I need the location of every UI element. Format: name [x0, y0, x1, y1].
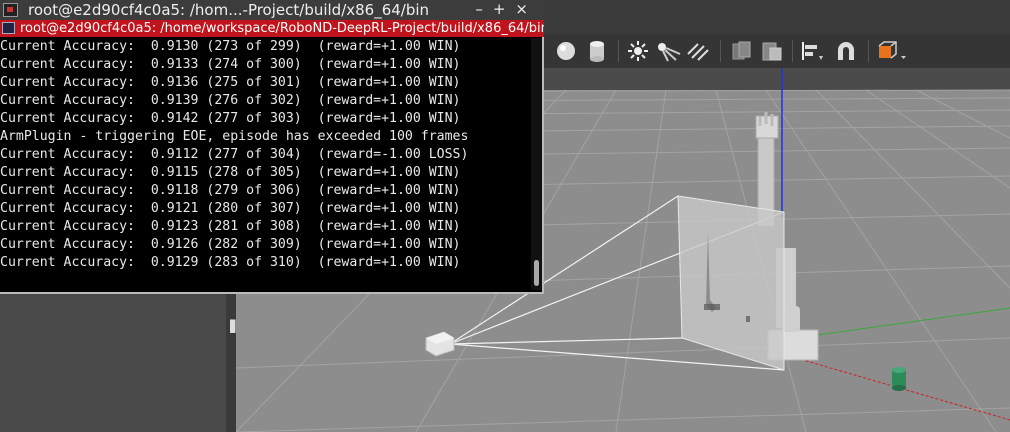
point-light-icon[interactable]	[626, 40, 650, 62]
toolbar-separator	[868, 40, 869, 62]
terminal-line: Current Accuracy: 0.9136 (275 of 301) (r…	[0, 75, 461, 90]
terminal-line: Current Accuracy: 0.9126 (282 of 309) (r…	[0, 237, 461, 252]
scrollbar-thumb[interactable]	[534, 260, 539, 286]
terminal-tab-title: root@e2d90cf4c0a5: /home/workspace/RoboN…	[20, 21, 544, 36]
paste-icon[interactable]	[760, 40, 784, 62]
splitter-grip-icon[interactable]: ▪ ▪ ▪	[229, 316, 236, 335]
align-icon[interactable]	[800, 40, 828, 62]
window-title: root@e2d90cf4c0a5: /hom...-Project/build…	[28, 1, 430, 19]
terminal-app-icon	[3, 3, 18, 17]
maximize-button[interactable]: +	[493, 0, 516, 18]
terminal-line: Current Accuracy: 0.9142 (277 of 303) (r…	[0, 111, 461, 126]
toolbar-separator	[792, 40, 793, 62]
panel-splitter[interactable]: ▪ ▪ ▪	[226, 292, 236, 432]
terminal-scrollbar[interactable]	[531, 38, 542, 290]
terminal-line: Current Accuracy: 0.9129 (283 of 310) (r…	[0, 255, 461, 270]
minimize-button[interactable]: –	[475, 0, 493, 18]
snap-icon[interactable]	[834, 40, 858, 62]
terminal-tab-icon	[2, 22, 15, 34]
terminal-line: Current Accuracy: 0.9123 (281 of 308) (r…	[0, 219, 461, 234]
window-controls: –+×	[475, 0, 538, 18]
terminal-line: Current Accuracy: 0.9133 (274 of 300) (r…	[0, 57, 461, 72]
cylinder-icon[interactable]	[586, 40, 608, 62]
sphere-icon[interactable]	[554, 40, 578, 62]
target-tube[interactable]	[892, 367, 906, 391]
close-button[interactable]: ×	[515, 0, 538, 18]
gazebo-toolbar	[544, 34, 1010, 69]
terminal-titlebar[interactable]: root@e2d90cf4c0a5: /hom...-Project/build…	[0, 0, 544, 20]
terminal-line: Current Accuracy: 0.9112 (277 of 304) (r…	[0, 147, 469, 162]
toolbar-separator	[720, 40, 721, 62]
terminal-output[interactable]: Current Accuracy: 0.9130 (273 of 299) (r…	[0, 38, 530, 290]
gazebo-left-panel	[0, 292, 227, 432]
terminal-tab[interactable]: root@e2d90cf4c0a5: /home/workspace/RoboN…	[0, 20, 544, 37]
terminal-line: Current Accuracy: 0.9130 (273 of 299) (r…	[0, 39, 461, 54]
terminal-line: Current Accuracy: 0.9115 (278 of 305) (r…	[0, 165, 461, 180]
view-angle-icon[interactable]	[876, 40, 908, 62]
terminal-line: Current Accuracy: 0.9139 (276 of 302) (r…	[0, 93, 461, 108]
spot-light-icon[interactable]	[656, 40, 682, 62]
terminal-line: Current Accuracy: 0.9118 (279 of 306) (r…	[0, 183, 461, 198]
terminal-line: Current Accuracy: 0.9121 (280 of 307) (r…	[0, 201, 461, 216]
terminal-window[interactable]: root@e2d90cf4c0a5: /hom...-Project/build…	[0, 0, 544, 294]
directional-light-icon[interactable]	[686, 40, 710, 62]
terminal-line: ArmPlugin - triggering EOE, episode has …	[0, 129, 469, 144]
toolbar-separator	[618, 40, 619, 62]
copy-icon[interactable]	[730, 40, 754, 62]
